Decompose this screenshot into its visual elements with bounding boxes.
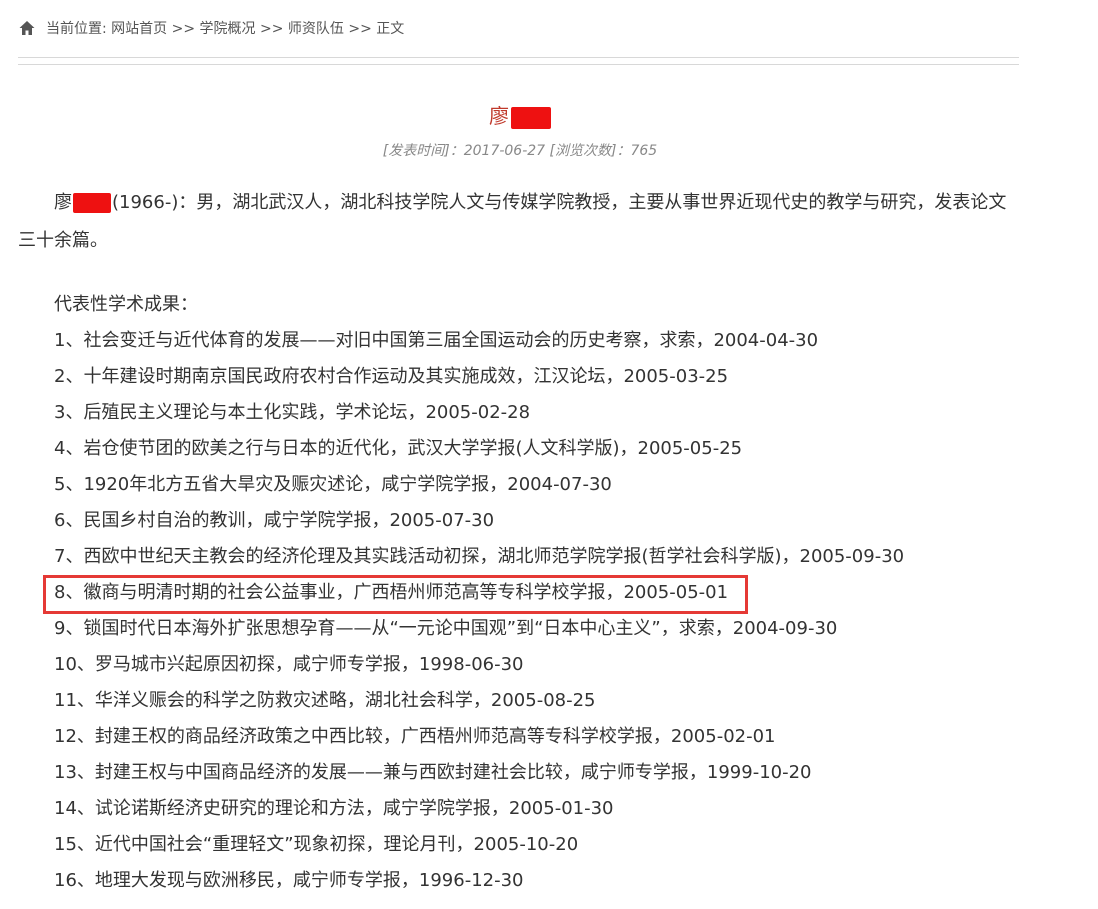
list-item: 6、民国乡村自治的教训，咸宁学院学报，2005-07-30: [54, 510, 495, 531]
article-title: 廖: [489, 100, 551, 129]
list-item: 8、徽商与明清时期的社会公益事业，广西梧州师范高等专科学校学报，2005-05-…: [54, 582, 729, 603]
intro-text: (1966-)：男，湖北武汉人，湖北科技学院人文与传媒学院教授，主要从事世界近现…: [18, 192, 1007, 251]
list-item: 13、封建王权与中国商品经济的发展——兼与西欧封建社会比较，咸宁师专学报，199…: [54, 762, 812, 783]
list-item: 9、锁国时代日本海外扩张思想孕育——从“一元论中国观”到“日本中心主义”，求索，…: [54, 618, 838, 639]
breadcrumb: 当前位置: 网站首页 >> 学院概况 >> 师资队伍 >> 正文: [18, 17, 404, 39]
list-item: 12、封建王权的商品经济政策之中西比较，广西梧州师范高等专科学校学报，2005-…: [54, 726, 776, 747]
list-item: 4、岩仓使节团的欧美之行与日本的近代化，武汉大学学报(人文科学版)，2005-0…: [54, 438, 743, 459]
intro-paragraph: 廖 (1966-)：男，湖北武汉人，湖北科技学院人文与传媒学院教授，主要从事世界近…: [18, 184, 1022, 260]
list-item: 10、罗马城市兴起原因初探，咸宁师专学报，1998-06-30: [54, 654, 524, 675]
intro-prefix: 廖: [54, 192, 72, 213]
list-item: 2、十年建设时期南京国民政府农村合作运动及其实施成效，江汉论坛，2005-03-…: [54, 366, 729, 387]
intro-redaction: [73, 193, 111, 213]
list-item: 5、1920年北方五省大旱灾及赈灾述论，咸宁学院学报，2004-07-30: [54, 474, 612, 495]
home-icon[interactable]: [18, 19, 36, 37]
section-title: 代表性学术成果：: [54, 294, 198, 315]
list-item: 1、社会变迁与近代体育的发展——对旧中国第三届全国运动会的历史考察，求索，200…: [54, 330, 819, 351]
breadcrumb-text[interactable]: 当前位置: 网站首页 >> 学院概况 >> 师资队伍 >> 正文: [46, 18, 404, 38]
list-item: 15、近代中国社会“重理轻文”现象初探，理论月刊，2005-10-20: [54, 834, 579, 855]
list-item: 7、西欧中世纪天主教会的经济伦理及其实践活动初探，湖北师范学院学报(哲学社会科学…: [54, 546, 905, 567]
title-redaction: [511, 106, 551, 129]
article-meta: [发表时间]：2017-06-27 [浏览次数]：765: [382, 143, 658, 159]
list-item: 3、后殖民主义理论与本土化实践，学术论坛，2005-02-28: [54, 402, 531, 423]
list-item: 16、地理大发现与欧洲移民，咸宁师专学报，1996-12-30: [54, 870, 524, 891]
article-title-wrap: 廖: [0, 100, 1040, 129]
article-title-text: 廖: [489, 104, 509, 128]
list-item: 11、华洋义赈会的科学之防救灾述略，湖北社会科学，2005-08-25: [54, 690, 596, 711]
achievement-list: 1、社会变迁与近代体育的发展——对旧中国第三届全国运动会的历史考察，求索，200…: [54, 328, 904, 904]
list-item: 14、试论诺斯经济史研究的理论和方法，咸宁学院学报，2005-01-30: [54, 798, 614, 819]
header-divider: [18, 57, 1019, 65]
